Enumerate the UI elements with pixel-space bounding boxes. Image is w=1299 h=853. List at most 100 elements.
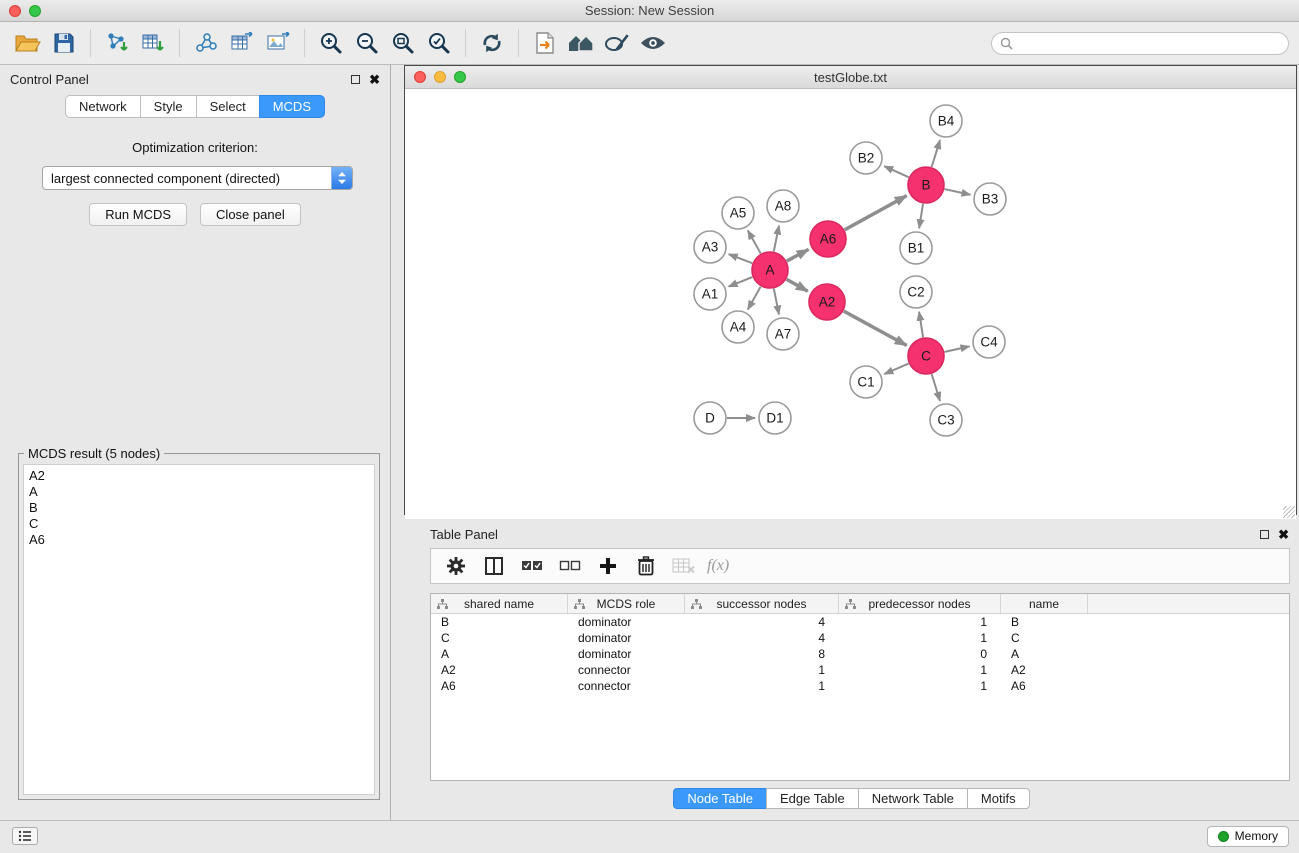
tab-network-table[interactable]: Network Table xyxy=(858,788,968,809)
result-item[interactable]: A6 xyxy=(29,532,369,548)
tab-edge-table[interactable]: Edge Table xyxy=(766,788,859,809)
result-item[interactable]: A2 xyxy=(29,468,369,484)
table-cell[interactable]: 8 xyxy=(685,646,839,662)
table-row[interactable]: Cdominator41C xyxy=(431,630,1289,646)
edge-A-A1[interactable] xyxy=(729,277,753,287)
edge-A2-C[interactable] xyxy=(844,311,907,345)
new-network-button[interactable] xyxy=(188,26,224,60)
tab-network[interactable]: Network xyxy=(65,95,141,118)
edge-B-B1[interactable] xyxy=(919,204,923,228)
select-all-columns-button[interactable] xyxy=(513,551,551,581)
open-document-button[interactable] xyxy=(527,26,563,60)
column-header-successor-nodes[interactable]: successor nodes xyxy=(685,594,839,613)
column-header-MCDS-role[interactable]: MCDS role xyxy=(568,594,685,613)
zoom-fit-button[interactable] xyxy=(385,26,421,60)
edge-B-B3[interactable] xyxy=(945,189,971,195)
show-graphics-details-button[interactable] xyxy=(635,26,671,60)
search-box[interactable] xyxy=(991,32,1289,55)
node-A6[interactable]: A6 xyxy=(810,221,846,257)
table-cell[interactable]: 1 xyxy=(685,662,839,678)
node-A3[interactable]: A3 xyxy=(694,231,726,263)
edge-C-C4[interactable] xyxy=(945,346,970,352)
import-network-from-file-button[interactable] xyxy=(99,26,135,60)
tab-select[interactable]: Select xyxy=(196,95,260,118)
add-column-button[interactable] xyxy=(589,551,627,581)
float-panel-icon[interactable] xyxy=(351,75,360,84)
edge-A-A7[interactable] xyxy=(774,289,779,315)
import-table-from-file-button[interactable] xyxy=(135,26,171,60)
table-cell[interactable]: connector xyxy=(568,662,685,678)
node-A8[interactable]: A8 xyxy=(767,190,799,222)
table-cell[interactable]: 0 xyxy=(839,646,1001,662)
annotation-button[interactable] xyxy=(599,26,635,60)
tab-mcds[interactable]: MCDS xyxy=(259,95,325,118)
close-panel-icon[interactable]: ✖ xyxy=(369,73,380,86)
function-builder-button[interactable]: f(x) xyxy=(707,557,729,575)
close-table-panel-icon[interactable]: ✖ xyxy=(1278,528,1289,541)
node-C4[interactable]: C4 xyxy=(973,326,1005,358)
table-cell[interactable]: A xyxy=(1001,646,1088,662)
edge-B-B2[interactable] xyxy=(884,166,908,177)
table-cell[interactable]: B xyxy=(431,614,568,630)
refresh-button[interactable] xyxy=(474,26,510,60)
task-history-button[interactable] xyxy=(12,827,38,845)
resize-grip[interactable] xyxy=(1283,506,1295,518)
zoom-window-button[interactable] xyxy=(29,5,41,17)
table-row[interactable]: Adominator80A xyxy=(431,646,1289,662)
node-D[interactable]: D xyxy=(694,402,726,434)
edge-C-C3[interactable] xyxy=(932,374,940,401)
edge-A-A6[interactable] xyxy=(787,249,809,261)
close-network-window-button[interactable] xyxy=(414,71,426,83)
table-cell[interactable]: 1 xyxy=(685,678,839,694)
tab-style[interactable]: Style xyxy=(140,95,197,118)
column-header-predecessor-nodes[interactable]: predecessor nodes xyxy=(839,594,1001,613)
table-cell[interactable]: A xyxy=(431,646,568,662)
table-cell[interactable]: A6 xyxy=(431,678,568,694)
zoom-out-button[interactable] xyxy=(349,26,385,60)
node-A1[interactable]: A1 xyxy=(694,278,726,310)
edge-A-A5[interactable] xyxy=(748,230,761,253)
result-item[interactable]: B xyxy=(29,500,369,516)
edge-A-A8[interactable] xyxy=(774,226,779,252)
node-C3[interactable]: C3 xyxy=(930,404,962,436)
delete-column-button[interactable] xyxy=(627,551,665,581)
node-B1[interactable]: B1 xyxy=(900,232,932,264)
memory-button[interactable]: Memory xyxy=(1207,826,1289,847)
table-row[interactable]: Bdominator41B xyxy=(431,614,1289,630)
table-cell[interactable]: 4 xyxy=(685,614,839,630)
table-cell[interactable]: B xyxy=(1001,614,1088,630)
tab-node-table[interactable]: Node Table xyxy=(673,788,767,809)
node-D1[interactable]: D1 xyxy=(759,402,791,434)
node-B2[interactable]: B2 xyxy=(850,142,882,174)
table-cell[interactable]: C xyxy=(1001,630,1088,646)
node-A5[interactable]: A5 xyxy=(722,197,754,229)
table-cell[interactable]: A2 xyxy=(1001,662,1088,678)
node-B4[interactable]: B4 xyxy=(930,105,962,137)
node-B3[interactable]: B3 xyxy=(974,183,1006,215)
close-window-button[interactable] xyxy=(9,5,21,17)
close-panel-button[interactable]: Close panel xyxy=(200,203,301,226)
minimize-network-window-button[interactable] xyxy=(434,71,446,83)
table-cell[interactable]: A6 xyxy=(1001,678,1088,694)
table-cell[interactable]: 1 xyxy=(839,662,1001,678)
mcds-result-list[interactable]: A2ABCA6 xyxy=(23,464,375,795)
save-session-button[interactable] xyxy=(46,26,82,60)
show-columns-button[interactable] xyxy=(475,551,513,581)
edge-A-A4[interactable] xyxy=(748,287,761,310)
column-header-shared-name[interactable]: shared name xyxy=(431,594,568,613)
node-A[interactable]: A xyxy=(752,252,788,288)
edge-A-A3[interactable] xyxy=(729,254,753,263)
edge-A-A2[interactable] xyxy=(787,279,808,291)
node-C2[interactable]: C2 xyxy=(900,276,932,308)
network-canvas[interactable]: AA6A2BCA5A8A3A1A4A7B2B4B3B1C2C4C1C3DD1 xyxy=(405,89,1296,519)
network-graph[interactable]: AA6A2BCA5A8A3A1A4A7B2B4B3B1C2C4C1C3DD1 xyxy=(405,89,1296,514)
table-settings-button[interactable] xyxy=(437,551,475,581)
optimization-criterion-dropdown[interactable]: largest connected component (directed) xyxy=(42,166,353,190)
table-cell[interactable]: 1 xyxy=(839,678,1001,694)
table-cell[interactable]: A2 xyxy=(431,662,568,678)
node-C1[interactable]: C1 xyxy=(850,366,882,398)
table-row[interactable]: A2connector11A2 xyxy=(431,662,1289,678)
table-cell[interactable]: 1 xyxy=(839,614,1001,630)
open-session-button[interactable] xyxy=(10,26,46,60)
float-table-panel-icon[interactable] xyxy=(1260,530,1269,539)
